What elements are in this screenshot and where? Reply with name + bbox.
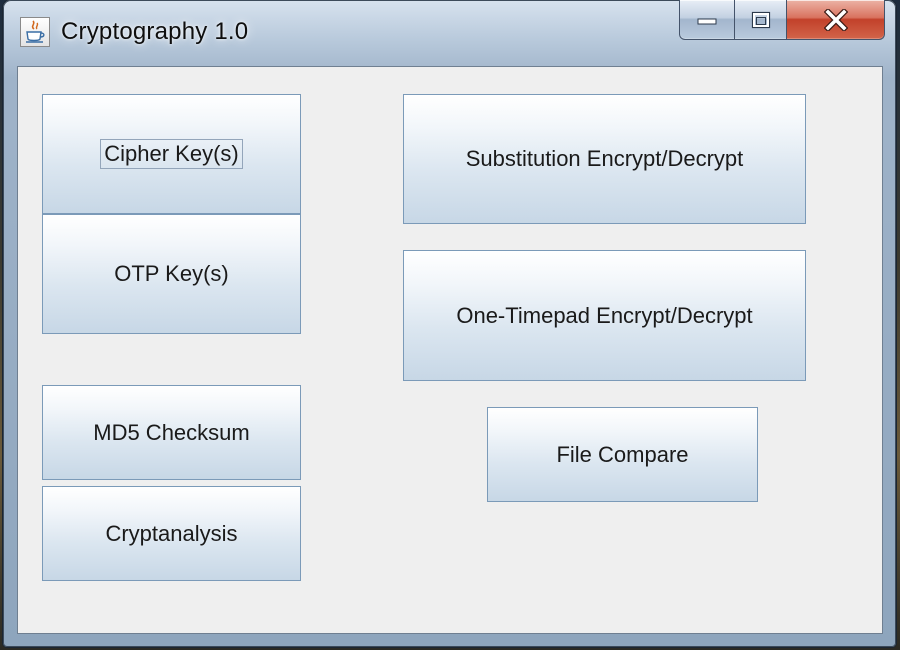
minimize-icon (697, 18, 717, 24)
otp-keys-label: OTP Key(s) (114, 261, 229, 286)
window-title: Cryptography 1.0 (61, 18, 249, 45)
close-button[interactable] (787, 0, 885, 40)
md5-checksum-label: MD5 Checksum (93, 419, 250, 445)
cipher-keys-label: Cipher Key(s) (100, 139, 243, 169)
cryptanalysis-label: Cryptanalysis (105, 520, 238, 546)
one-timepad-label: One-Timepad Encrypt/Decrypt (456, 302, 753, 328)
file-compare-button[interactable]: File Compare (487, 407, 758, 502)
maximize-icon (751, 11, 770, 28)
client-area: Cipher Key(s) OTP Key(s) MD5 Checksum Cr… (17, 66, 883, 634)
title-bar[interactable]: Cryptography 1.0 (3, 0, 896, 66)
substitution-encrypt-decrypt-button[interactable]: Substitution Encrypt/Decrypt (403, 94, 806, 224)
minimize-button[interactable] (679, 0, 735, 40)
maximize-button[interactable] (735, 0, 787, 40)
close-icon (823, 8, 848, 31)
file-compare-label: File Compare (556, 441, 689, 467)
md5-checksum-button[interactable]: MD5 Checksum (42, 385, 301, 480)
cryptanalysis-button[interactable]: Cryptanalysis (42, 486, 301, 581)
app-window: Cryptography 1.0 Cipher Key(s) OTP Key(s… (3, 0, 896, 647)
one-timepad-encrypt-decrypt-button[interactable]: One-Timepad Encrypt/Decrypt (403, 250, 806, 381)
cipher-keys-button[interactable]: Cipher Key(s) (42, 94, 301, 214)
java-cup-icon[interactable] (20, 17, 50, 47)
caption-buttons (679, 0, 885, 44)
otp-keys-button[interactable]: OTP Key(s) (42, 214, 301, 334)
substitution-label: Substitution Encrypt/Decrypt (465, 146, 744, 171)
